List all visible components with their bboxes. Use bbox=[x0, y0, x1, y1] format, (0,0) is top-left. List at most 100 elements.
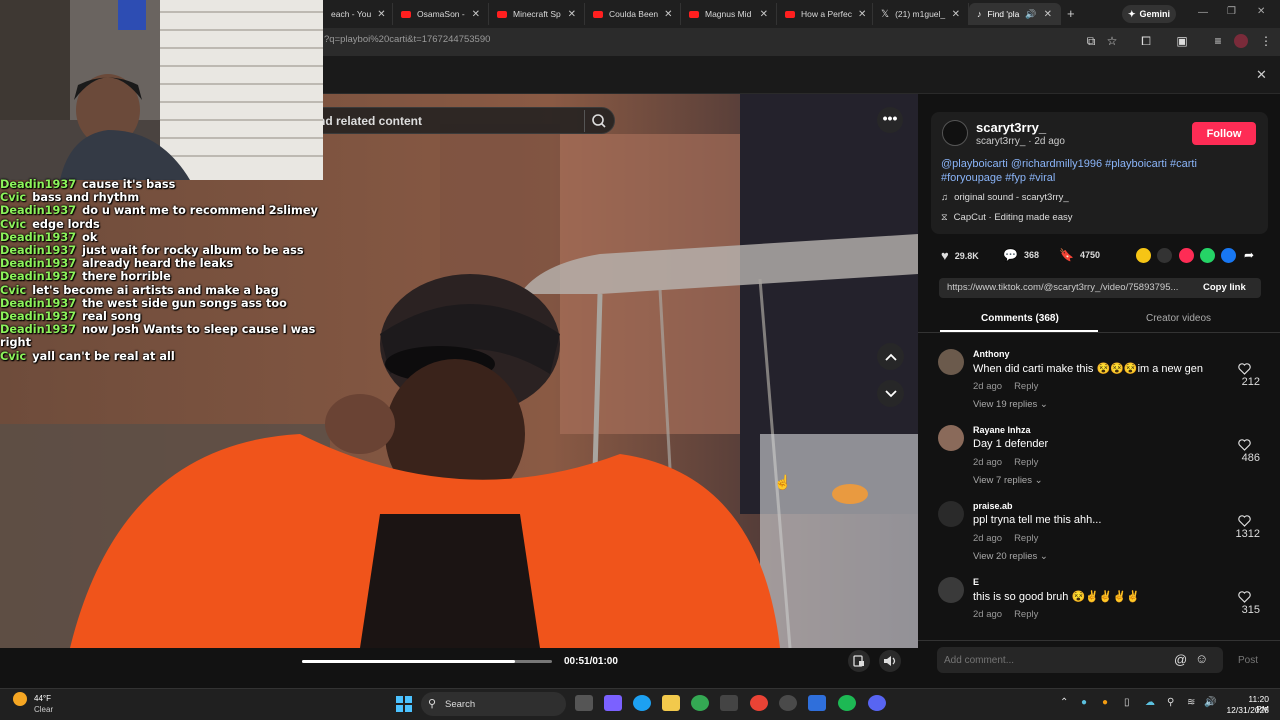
window-close-button[interactable]: ✕ bbox=[1257, 6, 1265, 17]
creator-avatar[interactable] bbox=[942, 120, 968, 146]
browser-tab[interactable]: 𝕏 (21) m1guel_ ✕ bbox=[873, 3, 969, 25]
media-icon[interactable]: ≡ bbox=[1210, 33, 1226, 49]
browser-tab-active[interactable]: ♪ Find 'pla 🔊 ✕ bbox=[969, 3, 1061, 25]
mention-icon[interactable]: @ bbox=[1174, 652, 1187, 667]
comment-author[interactable]: E bbox=[973, 577, 979, 587]
extensions-icon[interactable]: ⧠ bbox=[1138, 33, 1154, 49]
chrome-icon[interactable] bbox=[750, 695, 768, 711]
tray-app-icon[interactable]: ● bbox=[1102, 697, 1108, 708]
close-icon[interactable]: ✕ bbox=[1044, 9, 1052, 20]
task-view-icon[interactable] bbox=[575, 695, 593, 711]
cloud-icon[interactable]: ☁ bbox=[1145, 697, 1155, 708]
view-replies-button[interactable]: View 19 replies ⌄ bbox=[973, 399, 1048, 410]
creator-username[interactable]: scaryt3rry_ bbox=[976, 120, 1046, 135]
copy-link-button[interactable]: Copy link bbox=[1203, 282, 1246, 293]
close-icon[interactable]: ✕ bbox=[377, 9, 385, 20]
avatar[interactable] bbox=[938, 577, 964, 603]
facebook-icon[interactable] bbox=[1221, 248, 1236, 263]
menu-icon[interactable]: ⋮ bbox=[1258, 33, 1274, 49]
send-icon[interactable] bbox=[1179, 248, 1194, 263]
chevron-up-icon[interactable]: ⌃ bbox=[1060, 697, 1068, 708]
post-comment-button[interactable]: Post bbox=[1238, 655, 1258, 666]
comment-stat[interactable]: 💬 368 bbox=[1003, 248, 1039, 262]
avatar[interactable] bbox=[938, 349, 964, 375]
close-icon[interactable]: ✕ bbox=[858, 9, 866, 20]
avatar[interactable] bbox=[938, 425, 964, 451]
capcut-row[interactable]: ⧖ CapCut · Editing made easy bbox=[941, 212, 1072, 223]
more-options-button[interactable]: ••• bbox=[877, 107, 903, 133]
spotify-icon[interactable] bbox=[838, 695, 856, 711]
sound-row[interactable]: ♫ original sound - scaryt3rry_ bbox=[941, 192, 1069, 203]
emoji-icon[interactable]: ☺ bbox=[1195, 651, 1208, 666]
gemini-button[interactable]: ✦ Gemini bbox=[1122, 5, 1176, 23]
embed-icon[interactable] bbox=[1157, 248, 1172, 263]
post-caption[interactable]: @playboicarti @richardmilly1996 #playboi… bbox=[941, 157, 1261, 185]
store-icon[interactable] bbox=[720, 695, 738, 711]
browser-tab[interactable]: each - You ✕ bbox=[323, 3, 393, 25]
tab-comments[interactable]: Comments (368) bbox=[981, 313, 1059, 324]
chat-username: Deadin1937 bbox=[0, 270, 77, 284]
view-replies-button[interactable]: View 20 replies ⌄ bbox=[973, 551, 1048, 562]
volume-button[interactable] bbox=[879, 650, 901, 672]
app-icon[interactable] bbox=[808, 695, 826, 711]
follow-button[interactable]: Follow bbox=[1192, 122, 1256, 145]
browser-tab[interactable]: OsamaSon - ✕ bbox=[393, 3, 489, 25]
close-icon[interactable]: ✕ bbox=[664, 9, 672, 20]
tab-creator-videos[interactable]: Creator videos bbox=[1146, 313, 1211, 324]
close-icon[interactable]: ✕ bbox=[1256, 67, 1267, 83]
next-video-button[interactable] bbox=[877, 380, 904, 407]
url-text[interactable]: ?q=playboi%20carti&t=1767244753590 bbox=[324, 34, 490, 45]
clock-date[interactable]: 12/31/2025 bbox=[1220, 705, 1269, 715]
new-tab-button[interactable]: + bbox=[1067, 6, 1075, 21]
obs-icon[interactable] bbox=[779, 695, 797, 711]
taskbar-search-label: Search bbox=[445, 699, 476, 710]
reply-button[interactable]: Reply bbox=[1014, 609, 1038, 620]
battery-icon[interactable]: ▯ bbox=[1124, 697, 1130, 708]
chat-message: Cvic yall can't be real at all bbox=[0, 350, 345, 363]
close-icon[interactable]: ✕ bbox=[760, 9, 768, 20]
copilot-icon[interactable] bbox=[604, 695, 622, 711]
maximize-button[interactable]: ❐ bbox=[1227, 6, 1236, 17]
browser-tab[interactable]: Minecraft Sp ✕ bbox=[489, 3, 585, 25]
close-icon[interactable]: ✕ bbox=[952, 9, 960, 20]
discord-icon[interactable] bbox=[868, 695, 886, 711]
comment-author[interactable]: Rayane Inhza bbox=[973, 425, 1031, 435]
view-replies-button[interactable]: View 7 replies ⌄ bbox=[973, 475, 1043, 486]
comment-author[interactable]: Anthony bbox=[973, 349, 1010, 359]
close-icon[interactable]: ✕ bbox=[568, 9, 576, 20]
like-stat[interactable]: ♥ 29.8K bbox=[941, 248, 979, 263]
browser-tab[interactable]: Coulda Been ✕ bbox=[585, 3, 681, 25]
search-button[interactable] bbox=[584, 110, 610, 132]
chrome-icon[interactable] bbox=[691, 695, 709, 711]
speaker-icon[interactable]: 🔊 bbox=[1025, 9, 1036, 20]
close-icon[interactable]: ✕ bbox=[472, 9, 480, 20]
browser-tab[interactable]: Magnus Mid ✕ bbox=[681, 3, 777, 25]
profile-avatar[interactable] bbox=[1234, 34, 1248, 48]
reply-button[interactable]: Reply bbox=[1014, 533, 1038, 544]
coin-icon[interactable] bbox=[1136, 248, 1151, 263]
save-stat[interactable]: 🔖 4750 bbox=[1059, 248, 1100, 262]
cast-icon[interactable]: ⧉ bbox=[1083, 33, 1099, 49]
star-icon[interactable]: ☆ bbox=[1104, 33, 1120, 49]
whatsapp-icon[interactable] bbox=[1200, 248, 1215, 263]
taskbar-search[interactable] bbox=[421, 692, 566, 716]
share-icon[interactable]: ➦ bbox=[1244, 248, 1254, 262]
microphone-icon[interactable]: ⚲ bbox=[1167, 697, 1174, 708]
browser-tab[interactable]: How a Perfec ✕ bbox=[777, 3, 873, 25]
tray-app-icon[interactable]: ● bbox=[1081, 697, 1087, 708]
edge-icon[interactable] bbox=[633, 695, 651, 711]
reply-button[interactable]: Reply bbox=[1014, 381, 1038, 392]
sidepanel-icon[interactable]: ▣ bbox=[1174, 33, 1190, 49]
volume-icon[interactable]: 🔊 bbox=[1204, 697, 1216, 708]
wifi-icon[interactable]: ≋ bbox=[1187, 697, 1195, 708]
minimize-button[interactable]: — bbox=[1198, 7, 1208, 18]
avatar[interactable] bbox=[938, 501, 964, 527]
reply-button[interactable]: Reply bbox=[1014, 457, 1038, 468]
previous-video-button[interactable] bbox=[877, 343, 904, 370]
comment-author[interactable]: praise.ab bbox=[973, 501, 1013, 511]
weather-moon-icon[interactable] bbox=[13, 692, 27, 706]
miniplayer-button[interactable] bbox=[848, 650, 870, 672]
tab-label: Find 'pla bbox=[987, 9, 1020, 19]
windows-start-icon[interactable] bbox=[396, 696, 412, 717]
file-explorer-icon[interactable] bbox=[662, 695, 680, 711]
